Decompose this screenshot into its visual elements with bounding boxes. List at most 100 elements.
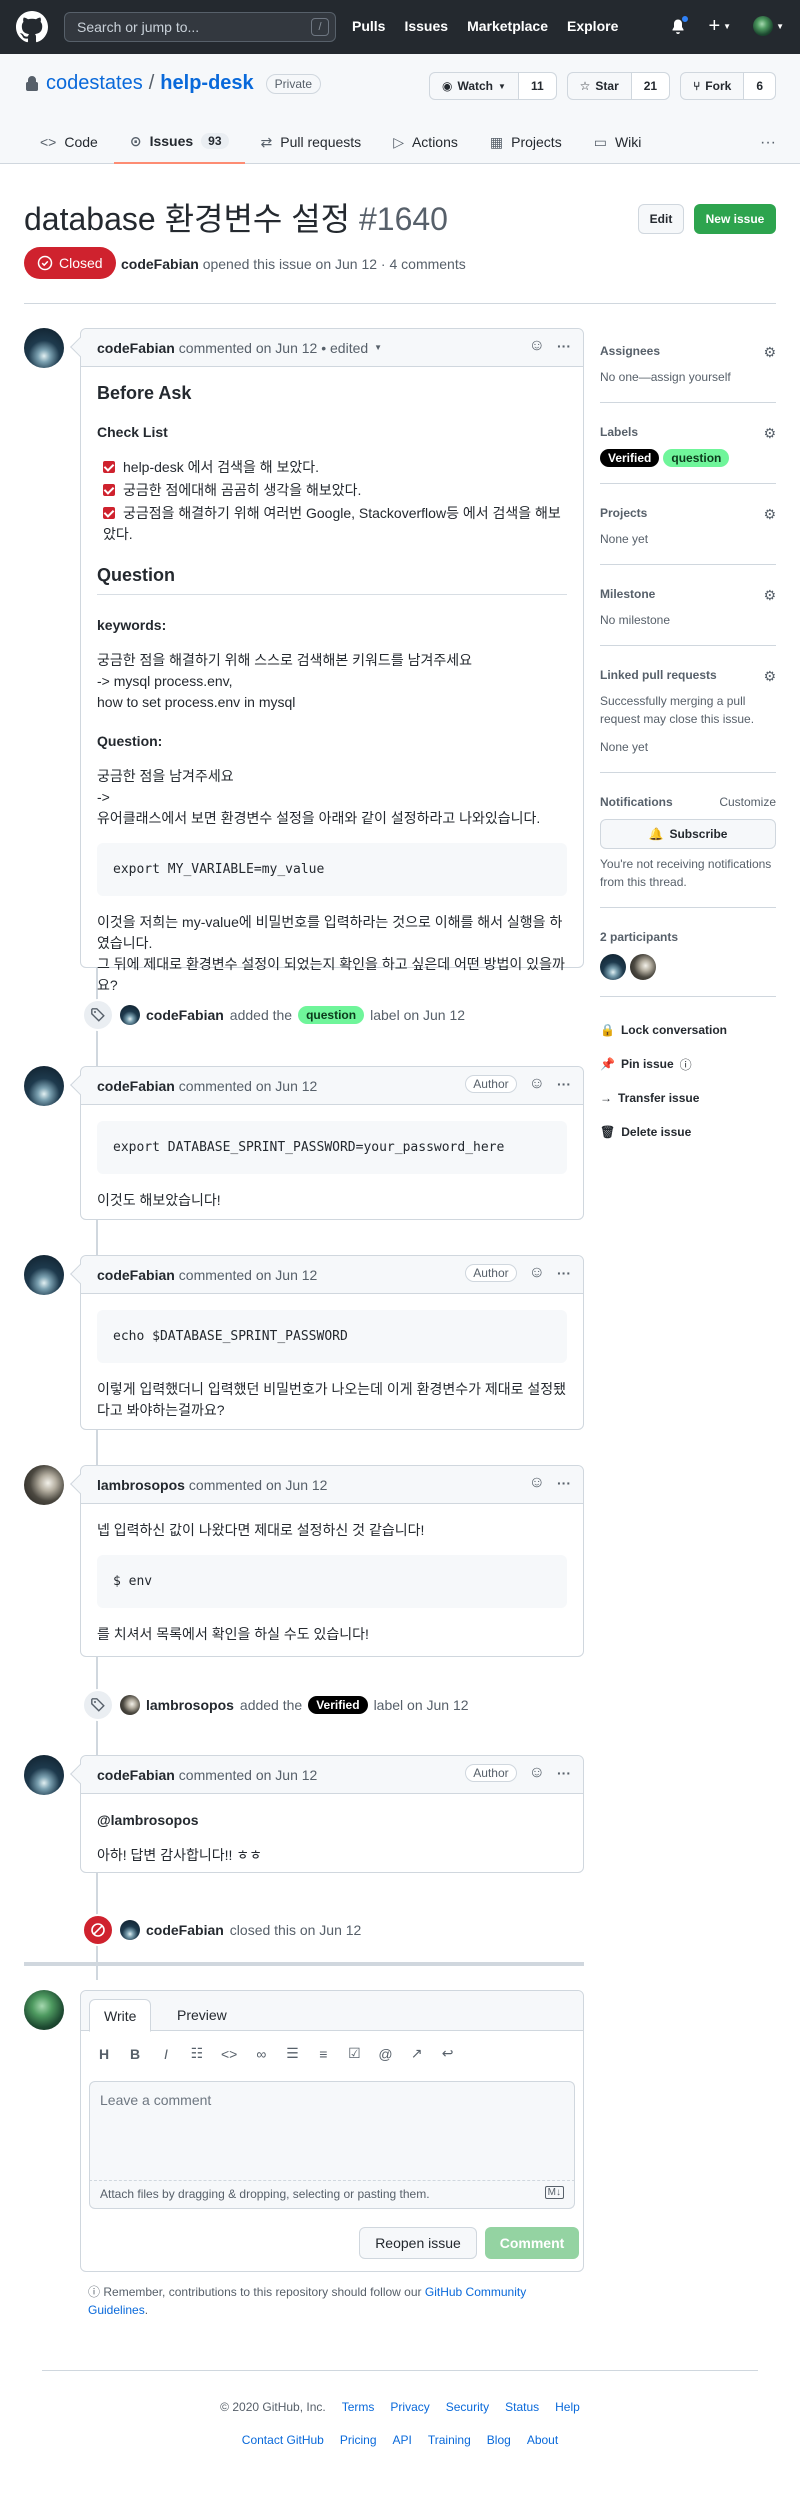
tab-wiki[interactable]: ▭ Wiki bbox=[578, 120, 658, 164]
avatar[interactable] bbox=[630, 954, 656, 980]
footer-link[interactable]: Pricing bbox=[340, 2433, 377, 2447]
task-item[interactable]: 궁금점을 해결하기 위해 여러번 Google, Stackoverflow등 … bbox=[103, 503, 567, 545]
repo-name-link[interactable]: help-desk bbox=[160, 72, 253, 95]
quote-icon[interactable]: ☷ bbox=[190, 2045, 204, 2062]
edit-title-button[interactable]: Edit bbox=[638, 204, 684, 234]
gear-icon[interactable]: ⚙ bbox=[763, 425, 776, 442]
gear-icon[interactable]: ⚙ bbox=[763, 344, 776, 361]
footer-link[interactable]: Contact GitHub bbox=[242, 2433, 324, 2447]
kebab-horizontal-icon[interactable]: ··· bbox=[557, 1765, 571, 1781]
issue-author-link[interactable]: codeFabian bbox=[121, 256, 199, 272]
comment-author[interactable]: lambrosopos bbox=[97, 1477, 185, 1493]
fork-button[interactable]: ⑂ Fork 6 bbox=[680, 72, 776, 100]
task-item[interactable]: help-desk 에서 검색을 해 보았다. bbox=[103, 457, 567, 478]
comment-meta[interactable]: commented on Jun 12 bbox=[189, 1477, 328, 1493]
nav-pulls[interactable]: Pulls bbox=[352, 18, 385, 34]
smiley-icon[interactable]: ☺ bbox=[529, 1075, 545, 1093]
task-list-icon[interactable]: ☑ bbox=[347, 2045, 361, 2062]
tab-actions[interactable]: ▷ Actions bbox=[377, 120, 474, 164]
gear-icon[interactable]: ⚙ bbox=[763, 587, 776, 604]
label-question[interactable]: question bbox=[663, 449, 730, 467]
comment-author[interactable]: codeFabian bbox=[97, 1267, 175, 1283]
smiley-icon[interactable]: ☺ bbox=[529, 337, 545, 355]
star-button[interactable]: ☆ Star 21 bbox=[566, 72, 671, 100]
nav-issues[interactable]: Issues bbox=[404, 18, 448, 34]
user-menu[interactable]: ▼ bbox=[753, 16, 784, 36]
star-count[interactable]: 21 bbox=[631, 73, 670, 99]
comment-meta[interactable]: commented on Jun 12 bbox=[179, 1267, 318, 1283]
avatar[interactable] bbox=[24, 1255, 64, 1295]
checkbox-checked-icon[interactable] bbox=[103, 461, 115, 473]
footer-link[interactable]: Training bbox=[428, 2433, 471, 2447]
footer-link[interactable]: Privacy bbox=[390, 2400, 429, 2414]
mention-icon[interactable]: @ bbox=[378, 2046, 392, 2062]
transfer-issue-button[interactable]: → Transfer issue bbox=[600, 1081, 776, 1115]
footer-link[interactable]: Status bbox=[505, 2400, 539, 2414]
footer-link[interactable]: Help bbox=[555, 2400, 580, 2414]
smiley-icon[interactable]: ☺ bbox=[529, 1764, 545, 1782]
avatar[interactable] bbox=[120, 1695, 140, 1715]
lock-conversation-button[interactable]: 🔒 Lock conversation bbox=[600, 1013, 776, 1047]
avatar[interactable] bbox=[120, 1920, 140, 1940]
comment-author[interactable]: codeFabian bbox=[97, 1078, 175, 1094]
new-issue-button[interactable]: New issue bbox=[694, 204, 776, 234]
pin-issue-button[interactable]: 📌 Pin issue ⓘ bbox=[600, 1047, 776, 1081]
comment-meta[interactable]: commented on Jun 12 bbox=[179, 1767, 318, 1783]
footer-link[interactable]: Terms bbox=[342, 2400, 375, 2414]
comment-author[interactable]: codeFabian bbox=[97, 1767, 175, 1783]
reopen-issue-button[interactable]: Reopen issue bbox=[359, 2227, 477, 2259]
footer-link[interactable]: Security bbox=[446, 2400, 489, 2414]
gear-icon[interactable]: ⚙ bbox=[763, 668, 776, 685]
kebab-horizontal-icon[interactable]: ··· bbox=[557, 1265, 571, 1281]
event-actor[interactable]: codeFabian bbox=[146, 1007, 224, 1023]
label-question[interactable]: question bbox=[298, 1006, 365, 1024]
footer-link[interactable]: API bbox=[393, 2433, 412, 2447]
checkbox-checked-icon[interactable] bbox=[103, 507, 115, 519]
avatar[interactable] bbox=[24, 328, 64, 368]
link-icon[interactable]: ∞ bbox=[254, 2046, 268, 2062]
search-input[interactable]: Search or jump to... / bbox=[64, 12, 336, 42]
kebab-horizontal-icon[interactable]: ··· bbox=[557, 1076, 571, 1092]
bold-icon[interactable]: B bbox=[128, 2046, 142, 2062]
markdown-icon[interactable]: M↓ bbox=[544, 2186, 564, 2199]
mention-link[interactable]: @lambrosopos bbox=[97, 1810, 567, 1831]
customize-link[interactable]: Customize bbox=[719, 795, 776, 809]
create-new-dropdown[interactable]: + ▼ bbox=[708, 16, 731, 36]
reply-icon[interactable]: ↩ bbox=[441, 2045, 455, 2062]
delete-issue-button[interactable]: 🗑 Delete issue bbox=[600, 1115, 776, 1149]
heading-icon[interactable]: H bbox=[97, 2046, 111, 2062]
kebab-horizontal-icon[interactable]: ··· bbox=[557, 1475, 571, 1491]
avatar[interactable] bbox=[24, 1755, 64, 1795]
italic-icon[interactable]: I bbox=[159, 2046, 173, 2062]
footer-link[interactable]: Blog bbox=[487, 2433, 511, 2447]
tab-issues[interactable]: ⊙ Issues 93 bbox=[113, 120, 245, 164]
avatar[interactable] bbox=[24, 1066, 64, 1106]
comment-meta[interactable]: commented on Jun 12 bbox=[179, 1078, 318, 1094]
unordered-list-icon[interactable]: ☰ bbox=[285, 2045, 299, 2062]
comment-button[interactable]: Comment bbox=[485, 2227, 579, 2259]
comment-author[interactable]: codeFabian bbox=[97, 340, 175, 356]
watch-button[interactable]: ◉ Watch ▼ 11 bbox=[428, 72, 557, 100]
kebab-horizontal-icon[interactable]: ··· bbox=[557, 338, 571, 354]
bell-icon[interactable] bbox=[670, 15, 690, 34]
comment-meta[interactable]: commented on Jun 12 • edited bbox=[179, 340, 368, 356]
avatar[interactable] bbox=[600, 954, 626, 980]
tab-projects[interactable]: ▦ Projects bbox=[474, 120, 578, 164]
label-verified[interactable]: Verified bbox=[600, 449, 660, 467]
code-icon[interactable]: <> bbox=[221, 2046, 237, 2062]
task-item[interactable]: 궁금한 점에대해 곰곰히 생각을 해보았다. bbox=[103, 480, 567, 501]
repo-owner-link[interactable]: codestates bbox=[46, 72, 143, 95]
assign-yourself-link[interactable]: No one—assign yourself bbox=[600, 368, 776, 386]
chevron-down-icon[interactable]: ▼ bbox=[374, 343, 382, 352]
tab-pull-requests[interactable]: ⇄ Pull requests bbox=[245, 120, 378, 164]
comment-textarea[interactable]: Leave a comment bbox=[89, 2081, 575, 2181]
tab-preview[interactable]: Preview bbox=[163, 1999, 241, 2032]
avatar[interactable] bbox=[24, 1465, 64, 1505]
event-actor[interactable]: lambrosopos bbox=[146, 1697, 234, 1713]
kebab-menu-icon[interactable]: ··· bbox=[760, 134, 776, 152]
watch-count[interactable]: 11 bbox=[518, 73, 556, 99]
gear-icon[interactable]: ⚙ bbox=[763, 506, 776, 523]
avatar[interactable] bbox=[120, 1005, 140, 1025]
ordered-list-icon[interactable]: ≡ bbox=[316, 2046, 330, 2062]
footer-link[interactable]: About bbox=[527, 2433, 558, 2447]
